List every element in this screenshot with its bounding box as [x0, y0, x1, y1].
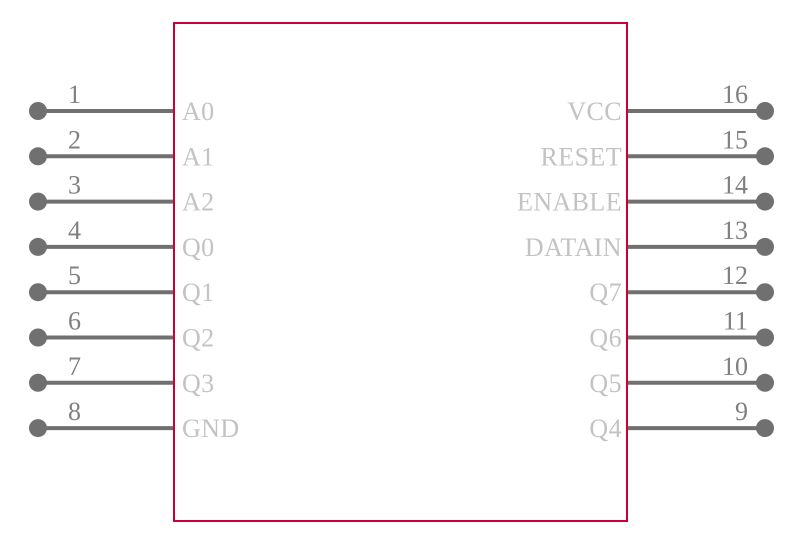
- pin-name-label: DATAIN: [525, 233, 622, 262]
- schematic-symbol-svg: 1A02A13A24Q05Q16Q27Q38GND 16VCC15RESET14…: [29, 22, 774, 522]
- pin-16[interactable]: 16 VCC: [567, 80, 774, 126]
- pin-connection-dot[interactable]: [29, 192, 47, 211]
- pin-name-label: Q0: [182, 233, 215, 262]
- pin-number-label: 9: [735, 397, 748, 426]
- pin-connection-dot[interactable]: [756, 328, 774, 347]
- pin-name-label: GND: [182, 414, 240, 443]
- pin-15[interactable]: 15 RESET: [541, 125, 774, 171]
- pin-10[interactable]: 10 Q5: [589, 352, 774, 398]
- pin-number-label: 8: [68, 397, 81, 426]
- pin-14[interactable]: 14 ENABLE: [517, 171, 774, 217]
- pin-name-label: A1: [182, 142, 215, 171]
- pin-6[interactable]: 6 Q2: [29, 307, 215, 353]
- pin-connection-dot[interactable]: [29, 102, 47, 120]
- pin-connection-dot[interactable]: [756, 373, 774, 392]
- pin-name-label: Q4: [589, 414, 622, 443]
- pin-name-label: ENABLE: [517, 188, 622, 217]
- pin-name-label: RESET: [541, 142, 622, 171]
- pin-number-label: 14: [722, 171, 748, 200]
- pin-number-label: 6: [68, 307, 81, 336]
- pin-connection-dot[interactable]: [29, 328, 47, 347]
- pin-12[interactable]: 12 Q7: [589, 261, 774, 307]
- pin-connection-dot[interactable]: [29, 419, 47, 438]
- pin-number-label: 16: [722, 80, 748, 109]
- ic-body-outline: [173, 22, 628, 522]
- pin-number-label: 2: [68, 125, 81, 154]
- pin-8[interactable]: 8 GND: [29, 397, 240, 443]
- pin-number-label: 11: [723, 307, 748, 336]
- pin-name-label: A2: [182, 188, 215, 217]
- pin-number-label: 15: [722, 125, 748, 154]
- pin-name-label: Q5: [589, 369, 622, 398]
- pin-11[interactable]: 11 Q6: [589, 307, 774, 353]
- right-pin-group: 16 VCC 15 RESET 14 ENABLE 13 DATAIN 12 Q7 11 Q6 10 Q5…: [517, 80, 774, 443]
- pin-name-label: A0: [182, 97, 215, 126]
- pin-number-label: 1: [68, 80, 81, 109]
- pin-9[interactable]: 9 Q4: [589, 397, 774, 443]
- pin-connection-dot[interactable]: [756, 419, 774, 438]
- pin-connection-dot[interactable]: [29, 373, 47, 392]
- pin-5[interactable]: 5 Q1: [29, 261, 215, 307]
- pin-connection-dot[interactable]: [756, 102, 774, 120]
- pin-number-label: 13: [722, 216, 748, 245]
- pin-connection-dot[interactable]: [756, 283, 774, 302]
- pin-name-label: Q3: [182, 369, 215, 398]
- pin-connection-dot[interactable]: [29, 147, 47, 166]
- pin-13[interactable]: 13 DATAIN: [525, 216, 774, 262]
- pin-1[interactable]: 1 A0: [29, 80, 215, 126]
- pin-number-label: 10: [722, 352, 748, 381]
- pin-name-label: Q2: [182, 324, 215, 353]
- pin-7[interactable]: 7 Q3: [29, 352, 215, 398]
- pin-name-label: VCC: [567, 97, 622, 126]
- pin-number-label: 7: [68, 352, 81, 381]
- schematic-symbol-canvas: 1 A0 2 A1 3 A2 4 Q0 5 Q1 6 Q2 7 Q3 8 GND 16 VCC 15 RESET 14…: [0, 0, 800, 544]
- pin-number-label: 4: [68, 216, 81, 245]
- pin-connection-dot[interactable]: [29, 283, 47, 302]
- pin-name-label: Q6: [589, 324, 622, 353]
- pin-3[interactable]: 3 A2: [29, 171, 215, 217]
- pin-number-label: 3: [68, 171, 81, 200]
- pin-number-label: 5: [68, 261, 81, 290]
- left-pin-group: 1 A0 2 A1 3 A2 4 Q0 5 Q1 6 Q2 7 Q3 8 GND: [29, 80, 240, 443]
- pin-name-label: Q7: [589, 278, 622, 307]
- pin-connection-dot[interactable]: [756, 192, 774, 211]
- pin-connection-dot[interactable]: [29, 237, 47, 256]
- pin-number-label: 12: [722, 261, 748, 290]
- pin-connection-dot[interactable]: [756, 147, 774, 166]
- pin-connection-dot[interactable]: [756, 237, 774, 256]
- pin-2[interactable]: 2 A1: [29, 125, 215, 171]
- pin-4[interactable]: 4 Q0: [29, 216, 215, 262]
- pin-name-label: Q1: [182, 278, 215, 307]
